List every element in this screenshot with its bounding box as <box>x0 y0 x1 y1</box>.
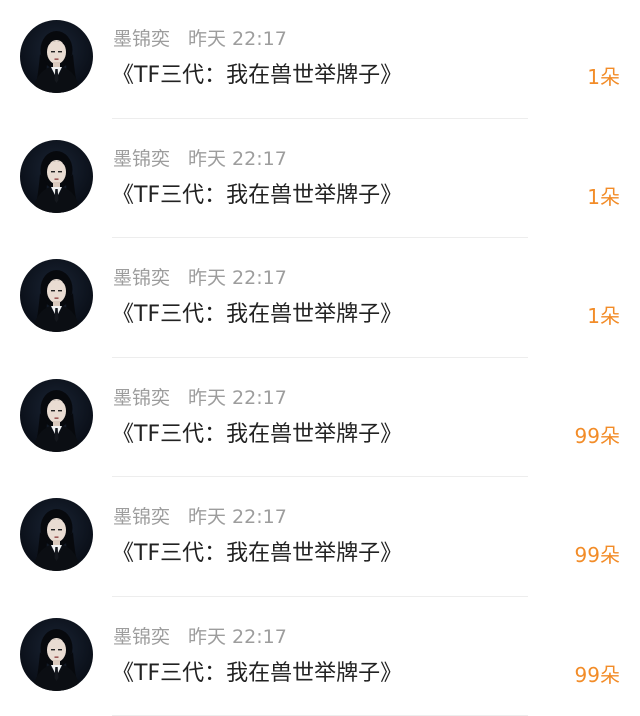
flower-count: 1朵 <box>587 304 620 328</box>
message-day: 昨天 <box>188 267 227 289</box>
avatar-portrait-image <box>32 628 81 691</box>
avatar[interactable] <box>20 617 93 691</box>
avatar-portrait-image <box>32 270 81 332</box>
message-meta: 墨锦奕 昨天 22:17 <box>113 624 287 650</box>
message-text: 《TF三代：我在兽世举牌子》 <box>112 63 403 88</box>
sender-name[interactable]: 墨锦奕 <box>113 626 170 648</box>
flower-count: 99朵 <box>574 423 620 448</box>
message-text: 《TF三代：我在兽世举牌子》 <box>112 302 403 327</box>
avatar[interactable] <box>20 378 93 452</box>
avatar-portrait-image <box>32 509 81 571</box>
list-item[interactable]: 墨锦奕 昨天 22:17 《TF三代：我在兽世举牌子》 99朵 <box>0 598 640 716</box>
message-day: 昨天 <box>188 147 227 170</box>
avatar-portrait-image <box>32 31 81 93</box>
message-time: 22:17 <box>232 506 287 528</box>
message-time: 22:17 <box>232 386 287 409</box>
message-meta: 墨锦奕 昨天 22:17 <box>113 504 287 530</box>
flower-count: 1朵 <box>587 184 620 209</box>
message-meta: 墨锦奕 昨天 22:17 <box>113 26 287 52</box>
message-text: 《TF三代：我在兽世举牌子》 <box>112 660 403 686</box>
sender-name[interactable]: 墨锦奕 <box>113 387 170 409</box>
message-time: 22:17 <box>232 147 287 170</box>
message-time: 22:17 <box>232 267 287 289</box>
message-day: 昨天 <box>188 386 227 409</box>
avatar[interactable] <box>20 498 93 571</box>
sender-name[interactable]: 墨锦奕 <box>113 148 170 170</box>
avatar-portrait-image <box>32 150 81 213</box>
avatar-portrait-image <box>32 389 81 452</box>
avatar[interactable] <box>20 259 93 332</box>
list-item[interactable]: 墨锦奕 昨天 22:17 《TF三代：我在兽世举牌子》 1朵 <box>0 0 640 120</box>
message-meta: 墨锦奕 昨天 22:17 <box>113 146 287 172</box>
row-divider <box>112 237 528 238</box>
flower-count: 99朵 <box>574 662 620 687</box>
gift-message-list: 墨锦奕 昨天 22:17 《TF三代：我在兽世举牌子》 1朵 墨锦奕 昨天 22… <box>0 0 640 716</box>
message-time: 22:17 <box>232 28 287 50</box>
list-item[interactable]: 墨锦奕 昨天 22:17 《TF三代：我在兽世举牌子》 99朵 <box>0 478 640 598</box>
row-divider <box>112 356 528 358</box>
sender-name[interactable]: 墨锦奕 <box>113 28 170 50</box>
list-item[interactable]: 墨锦奕 昨天 22:17 《TF三代：我在兽世举牌子》 1朵 <box>0 120 640 240</box>
message-text: 《TF三代：我在兽世举牌子》 <box>112 421 403 447</box>
sender-name[interactable]: 墨锦奕 <box>113 506 170 528</box>
list-item[interactable]: 墨锦奕 昨天 22:17 《TF三代：我在兽世举牌子》 99朵 <box>0 359 640 479</box>
row-divider <box>112 476 528 477</box>
avatar[interactable] <box>20 20 93 93</box>
message-meta: 墨锦奕 昨天 22:17 <box>113 385 287 411</box>
message-day: 昨天 <box>188 625 227 648</box>
flower-count: 99朵 <box>574 543 620 567</box>
sender-name[interactable]: 墨锦奕 <box>113 267 170 289</box>
flower-count: 1朵 <box>587 65 620 89</box>
message-day: 昨天 <box>188 28 227 50</box>
row-divider <box>112 595 528 597</box>
list-item[interactable]: 墨锦奕 昨天 22:17 《TF三代：我在兽世举牌子》 1朵 <box>0 239 640 359</box>
message-day: 昨天 <box>188 506 227 528</box>
message-text: 《TF三代：我在兽世举牌子》 <box>112 541 403 566</box>
message-text: 《TF三代：我在兽世举牌子》 <box>112 182 403 208</box>
message-meta: 墨锦奕 昨天 22:17 <box>113 265 287 291</box>
message-time: 22:17 <box>232 625 287 648</box>
row-divider <box>112 117 528 119</box>
avatar[interactable] <box>20 139 93 213</box>
